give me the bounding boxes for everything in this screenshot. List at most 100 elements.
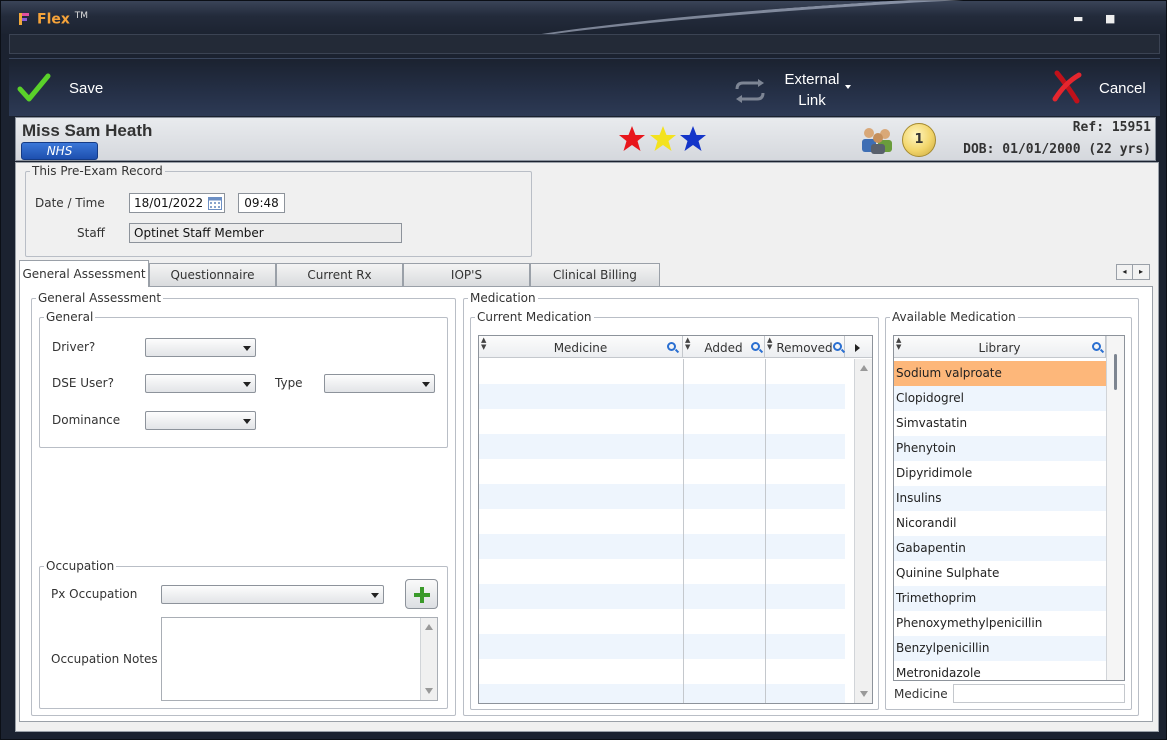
datetime-label: Date / Time xyxy=(35,196,105,210)
table-row[interactable] xyxy=(479,384,845,409)
table-row[interactable] xyxy=(479,659,845,684)
library-scrollbar[interactable] xyxy=(1106,336,1124,680)
notification-count-badge[interactable]: 1 xyxy=(902,123,936,157)
library-column-header[interactable]: ▲ ▼ Library xyxy=(894,336,1106,358)
minimize-button[interactable]: ▬ xyxy=(1073,13,1083,24)
flex-window: Flex TM ▬ ■ Save External Link Cancel Mi… xyxy=(0,0,1167,740)
table-row[interactable] xyxy=(479,559,845,584)
list-item[interactable]: Clopidogrel xyxy=(894,386,1106,411)
table-row[interactable] xyxy=(479,484,845,509)
column-divider xyxy=(683,359,684,703)
list-item[interactable]: Gabapentin xyxy=(894,536,1106,561)
px-occupation-select[interactable] xyxy=(161,585,384,604)
table-row[interactable] xyxy=(479,359,845,384)
date-value: 18/01/2022 xyxy=(134,196,204,210)
scroll-thumb[interactable] xyxy=(1114,354,1117,390)
save-label: Save xyxy=(69,80,104,97)
tab-questionnaire[interactable]: Questionnaire xyxy=(149,263,276,286)
dse-user-select[interactable] xyxy=(145,374,256,393)
scroll-down-icon[interactable] xyxy=(860,691,868,697)
dominance-label: Dominance xyxy=(52,413,121,427)
calendar-icon[interactable] xyxy=(208,196,222,210)
tab-scroll-right-icon[interactable]: ▸ xyxy=(1133,265,1149,279)
add-occupation-button[interactable] xyxy=(405,579,438,609)
trademark: TM xyxy=(74,11,89,21)
occupation-notes-textarea[interactable] xyxy=(161,617,438,701)
medicine-search-input[interactable] xyxy=(953,684,1125,703)
chevron-down-icon xyxy=(243,346,251,351)
tab-clinical-billing[interactable]: Clinical Billing xyxy=(530,263,660,286)
list-item[interactable]: Phenytoin xyxy=(894,436,1106,461)
staff-label: Staff xyxy=(77,226,105,240)
plus-icon xyxy=(414,587,430,603)
table-row[interactable] xyxy=(479,434,845,459)
search-icon[interactable] xyxy=(1092,342,1101,351)
title-bar[interactable]: Flex TM ▬ ■ xyxy=(1,0,1167,70)
tab-iops[interactable]: IOP'S xyxy=(403,263,530,286)
current-medication-scrollbar[interactable] xyxy=(854,359,872,703)
list-item[interactable]: Trimethoprim xyxy=(894,586,1106,611)
list-item[interactable]: Quinine Sulphate xyxy=(894,561,1106,586)
list-item[interactable]: Sodium valproate xyxy=(894,361,1106,386)
removed-column-header[interactable]: ▲ ▼ Removed xyxy=(765,336,845,358)
red-x-icon xyxy=(1052,70,1082,104)
column-divider xyxy=(765,359,766,703)
list-item[interactable]: Phenoxymethylpenicillin xyxy=(894,611,1106,636)
chevron-right-icon xyxy=(855,344,860,352)
people-icon[interactable] xyxy=(859,125,897,155)
maximize-button[interactable]: ■ xyxy=(1105,13,1115,24)
grid-scroll-right-header[interactable] xyxy=(845,336,872,358)
scroll-up-icon[interactable] xyxy=(860,365,868,371)
time-field[interactable]: 09:48 xyxy=(238,193,285,213)
dominance-select[interactable] xyxy=(145,411,256,430)
table-row[interactable] xyxy=(479,634,845,659)
notes-scrollbar[interactable] xyxy=(420,618,437,700)
available-medication-legend: Available Medication xyxy=(892,310,1016,324)
list-item[interactable]: Benzylpenicillin xyxy=(894,636,1106,661)
table-row[interactable] xyxy=(479,584,845,609)
tab-scroll-left-icon[interactable]: ◂ xyxy=(1117,265,1133,279)
scroll-down-icon[interactable] xyxy=(425,688,433,694)
search-icon[interactable] xyxy=(833,342,842,351)
list-item[interactable]: Nicorandil xyxy=(894,511,1106,536)
type-select[interactable] xyxy=(324,374,435,393)
staff-field[interactable]: Optinet Staff Member xyxy=(129,223,402,243)
current-medication-rows xyxy=(479,359,845,703)
table-row[interactable] xyxy=(479,509,845,534)
table-row[interactable] xyxy=(479,409,845,434)
sync-arrows-icon xyxy=(735,79,765,103)
scroll-up-icon[interactable] xyxy=(425,624,433,630)
nhs-badge[interactable]: NHS xyxy=(21,142,98,160)
list-item[interactable]: Insulins xyxy=(894,486,1106,511)
current-medication-legend: Current Medication xyxy=(477,310,592,324)
tab-current-rx[interactable]: Current Rx xyxy=(276,263,403,286)
list-item[interactable]: Simvastatin xyxy=(894,411,1106,436)
cancel-button[interactable]: Cancel xyxy=(1049,69,1155,105)
medicine-column-header[interactable]: ▲ ▼ Medicine xyxy=(479,336,683,358)
star-icon xyxy=(680,126,706,151)
table-row[interactable] xyxy=(479,684,845,703)
flex-logo-icon xyxy=(19,13,29,25)
external-link-button[interactable]: External Link xyxy=(731,67,861,111)
table-row[interactable] xyxy=(479,534,845,559)
driver-label: Driver? xyxy=(52,340,96,354)
menu-strip xyxy=(9,34,1160,54)
save-button[interactable]: Save xyxy=(17,69,127,105)
patient-ref: Ref: 15951 xyxy=(1072,120,1151,135)
date-field[interactable]: 18/01/2022 xyxy=(129,193,225,213)
list-item[interactable]: Dipyridimole xyxy=(894,461,1106,486)
table-row[interactable] xyxy=(479,459,845,484)
occupation-legend: Occupation xyxy=(46,559,115,573)
search-icon[interactable] xyxy=(751,342,760,351)
list-item[interactable]: Metronidazole xyxy=(894,661,1106,680)
tab-general-assessment[interactable]: General Assessment xyxy=(19,260,149,287)
search-icon[interactable] xyxy=(667,342,676,351)
added-column-header[interactable]: ▲ ▼ Added xyxy=(683,336,765,358)
chevron-down-icon xyxy=(243,382,251,387)
star-icon xyxy=(650,126,676,151)
app-title: Flex TM xyxy=(37,11,88,28)
chevron-down-icon[interactable] xyxy=(845,85,851,89)
driver-select[interactable] xyxy=(145,338,256,357)
table-row[interactable] xyxy=(479,609,845,634)
external-link-label: External Link xyxy=(784,71,840,109)
